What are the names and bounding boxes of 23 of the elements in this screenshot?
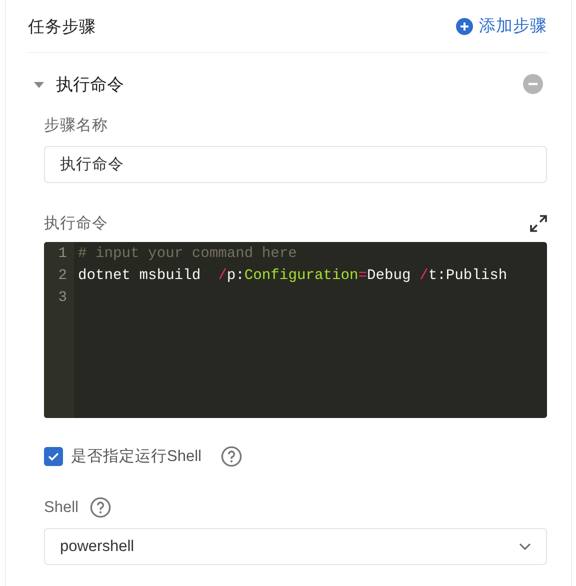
expand-icon[interactable] (530, 215, 547, 232)
line-number: 1 (57, 245, 68, 264)
checkbox-label: 是否指定运行Shell (71, 447, 202, 467)
check-icon (48, 452, 59, 461)
line-number: 3 (57, 289, 68, 308)
field-label: 步骤名称 (44, 116, 109, 136)
code-editor[interactable]: 1 2 3 # input your command here dotnet msbuild /p:Configuration=Debug /t:Publish (44, 242, 547, 418)
plus-icon (456, 18, 473, 34)
step-title: 执行命令 (56, 74, 124, 96)
shell-select[interactable]: powershell (44, 528, 547, 565)
chevron-down-icon (519, 543, 531, 550)
add-step-button[interactable]: 添加步骤 (456, 15, 547, 37)
code-line: dotnet msbuild /p:Configuration=Debug /t:Publish (78, 268, 508, 284)
checkbox[interactable] (44, 447, 63, 466)
field-label: 执行命令 (44, 214, 108, 234)
section-title: 任务步骤 (28, 17, 96, 38)
line-number: 2 (57, 267, 68, 286)
caret-down-icon[interactable] (34, 82, 44, 88)
help-icon[interactable] (221, 446, 242, 467)
help-icon[interactable] (90, 497, 112, 518)
code-line: # input your command here (78, 246, 297, 262)
step-name-field[interactable]: 执行命令 (44, 146, 547, 183)
field-label: Shell (44, 498, 78, 516)
